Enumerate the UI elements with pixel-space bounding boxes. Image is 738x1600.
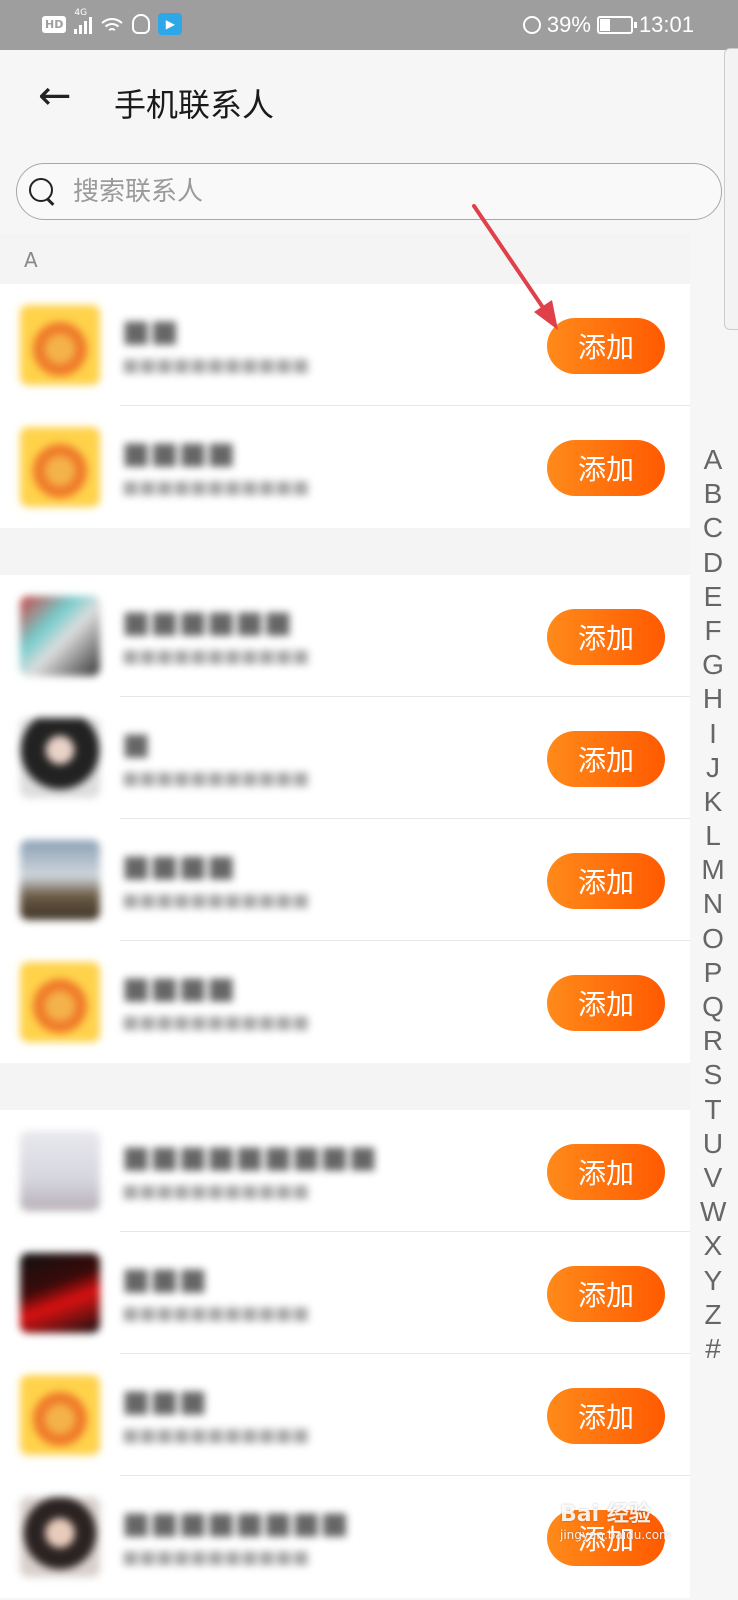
contact-row[interactable]: ■■■ ■■■■■■■■■■■ 添加 (0, 1232, 690, 1354)
section-header-c (0, 1063, 690, 1115)
alpha-index-letter[interactable]: D (700, 546, 726, 580)
contact-info-blurred: ■■■ ■■■■■■■■■■■ (122, 1262, 310, 1324)
contact-row[interactable]: ■■■ ■■■■■■■■■■■ 添加 (0, 1354, 690, 1476)
add-contact-button[interactable]: 添加 (547, 731, 665, 787)
add-contact-button[interactable]: 添加 (547, 440, 665, 496)
alarm-icon (522, 16, 541, 34)
contact-info-blurred: ■■■■ ■■■■■■■■■■■ (122, 971, 310, 1033)
hd-icon: HD (42, 15, 67, 33)
contact-avatar (20, 1375, 100, 1455)
alpha-index-letter[interactable]: Y (700, 1264, 726, 1298)
contact-avatar (20, 1497, 100, 1577)
contact-row[interactable]: ■■■■ ■■■■■■■■■■■ 添加 (0, 819, 690, 941)
app-bar: ← 手机联系人 (0, 50, 738, 150)
alpha-index-letter[interactable]: X (700, 1229, 726, 1263)
alpha-index-letter[interactable]: S (700, 1058, 726, 1092)
alpha-index-letter[interactable]: A (700, 443, 726, 477)
search-input[interactable] (73, 174, 673, 210)
alpha-index-letter[interactable]: W (700, 1195, 726, 1229)
wifi-icon (100, 14, 125, 34)
add-contact-button[interactable]: 添加 (547, 853, 665, 909)
alpha-index-letter[interactable]: U (700, 1127, 726, 1161)
alpha-index-letter[interactable]: J (700, 751, 726, 785)
contact-row[interactable]: ■■■■ ■■■■■■■■■■■ 添加 (0, 941, 690, 1063)
qq-icon (132, 14, 151, 34)
add-contact-button[interactable]: 添加 (547, 609, 665, 665)
contact-row[interactable]: ■■■■ ■■■■■■■■■■■ 添加 (0, 406, 690, 528)
contact-info-blurred: ■■■■ ■■■■■■■■■■■ (122, 436, 310, 498)
contact-info-blurred: ■■■■■■■■ ■■■■■■■■■■■ (122, 1506, 349, 1568)
add-contact-button[interactable]: 添加 (547, 1144, 665, 1200)
contact-info-blurred: ■■■■ ■■■■■■■■■■■ (122, 849, 310, 911)
alpha-index-letter[interactable]: # (700, 1332, 726, 1366)
alpha-index-letter[interactable]: Z (700, 1298, 726, 1332)
contact-info-blurred: ■■■ ■■■■■■■■■■■ (122, 1384, 310, 1446)
alpha-index-letter[interactable]: M (700, 853, 726, 887)
add-contact-button[interactable]: 添加 (547, 1266, 665, 1322)
contact-info-blurred: ■ ■■■■■■■■■■■ (122, 727, 310, 789)
watermark-text: Bai 经验 (560, 1502, 651, 1527)
page-title: 手机联系人 (114, 86, 275, 124)
alpha-index-letter[interactable]: B (700, 477, 726, 511)
search-bar[interactable] (16, 163, 722, 220)
alpha-index-letter[interactable]: H (700, 682, 726, 716)
section-header-b (0, 528, 690, 580)
contact-info-blurred: ■■ ■■■■■■■■■■■ (122, 314, 310, 376)
add-contact-button[interactable]: 添加 (547, 1388, 665, 1444)
alpha-index-letter[interactable]: L (700, 819, 726, 853)
battery-icon (596, 16, 637, 34)
back-arrow-icon[interactable]: ← (38, 76, 74, 118)
contact-avatar (20, 427, 100, 507)
contact-row[interactable]: ■ ■■■■■■■■■■■ 添加 (0, 697, 690, 819)
baidu-watermark: Bai 经验 jingyan.baidu.com (560, 1496, 710, 1556)
alpha-index-letter[interactable]: T (700, 1093, 726, 1127)
signal-icon: 4G (74, 8, 93, 34)
alpha-index-letter[interactable]: Q (700, 990, 726, 1024)
alpha-index-letter[interactable]: R (700, 1024, 726, 1058)
alpha-index-letter[interactable]: N (700, 887, 726, 921)
alpha-index-letter[interactable]: G (700, 648, 726, 682)
contact-avatar (20, 1131, 100, 1211)
network-type: 4G (74, 8, 88, 18)
contact-avatar (20, 1253, 100, 1333)
watermark-url: jingyan.baidu.com (560, 1528, 671, 1542)
alphabet-index[interactable]: A B C D E F G H I J K L M N O P Q R S T U V W X Y Z # (700, 443, 726, 1366)
contact-info-blurred: ■■■■■■■■■ ■■■■■■■■■■■ (122, 1140, 378, 1202)
battery-percent: 39% (546, 12, 591, 37)
add-contact-button[interactable]: 添加 (547, 318, 665, 374)
status-bar: HD 4G ▶ 39% 13:01 (0, 0, 738, 50)
alpha-index-letter[interactable]: P (700, 956, 726, 990)
alpha-index-letter[interactable]: O (700, 922, 726, 956)
contact-row[interactable]: ■■■■■■ ■■■■■■■■■■■ 添加 (0, 575, 690, 697)
contact-row[interactable]: ■■■■■■■■■ ■■■■■■■■■■■ 添加 (0, 1110, 690, 1232)
contact-row[interactable]: ■■ ■■■■■■■■■■■ 添加 (0, 284, 690, 406)
contact-avatar (20, 305, 100, 385)
contact-avatar (20, 718, 100, 798)
scrollbar-thumb[interactable] (724, 48, 738, 330)
search-icon (29, 178, 55, 204)
section-header-a: A (0, 234, 690, 286)
add-contact-button[interactable]: 添加 (547, 975, 665, 1031)
alpha-index-letter[interactable]: K (700, 785, 726, 819)
contact-avatar (20, 962, 100, 1042)
alpha-index-letter[interactable]: C (700, 511, 726, 545)
clock: 13:01 (638, 12, 694, 37)
contact-avatar (20, 840, 100, 920)
alpha-index-letter[interactable]: F (700, 614, 726, 648)
alpha-index-letter[interactable]: I (700, 717, 726, 751)
contact-avatar (20, 596, 100, 676)
alpha-index-letter[interactable]: V (700, 1161, 726, 1195)
contact-info-blurred: ■■■■■■ ■■■■■■■■■■■ (122, 605, 310, 667)
alpha-index-letter[interactable]: E (700, 580, 726, 614)
delivery-app-icon: ▶ (158, 13, 183, 35)
